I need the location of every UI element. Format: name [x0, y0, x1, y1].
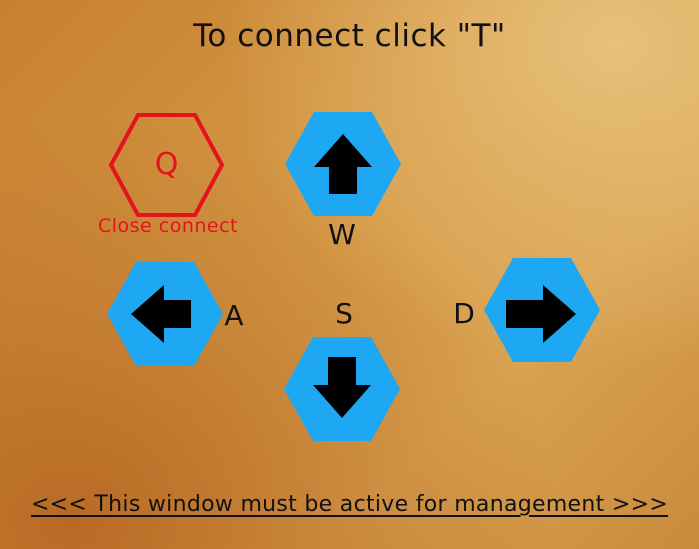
close-key-letter: Q: [154, 147, 179, 182]
close-connect-label: Close connect: [97, 215, 239, 237]
left-key-label: A: [224, 299, 244, 332]
arrow-up-icon: [314, 134, 372, 194]
right-key-label: D: [453, 297, 475, 330]
control-window: To connect click "T" Q Close connect W A…: [0, 0, 699, 549]
move-up-button[interactable]: [285, 112, 401, 216]
move-down-button[interactable]: [284, 337, 400, 441]
up-key-label: W: [328, 218, 356, 251]
arrow-right-icon: [506, 285, 576, 343]
down-key-label: S: [335, 297, 353, 330]
close-connect-button[interactable]: Q: [108, 112, 225, 218]
arrow-down-icon: [313, 357, 371, 418]
move-right-button[interactable]: [484, 258, 600, 362]
move-left-button[interactable]: [107, 262, 223, 366]
arrow-left-icon: [131, 285, 191, 343]
active-window-notice: <<< This window must be active for manag…: [30, 492, 669, 517]
page-title: To connect click "T": [193, 18, 506, 54]
